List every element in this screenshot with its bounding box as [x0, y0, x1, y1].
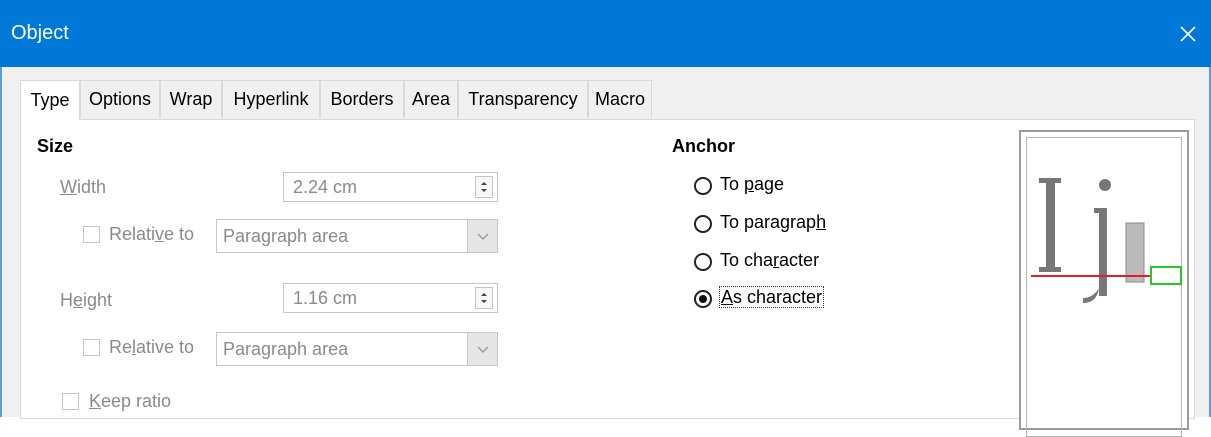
- height-value: 1.16 cm: [293, 288, 358, 308]
- height-relative-value: Paragraph area: [223, 339, 349, 359]
- width-relative-dropdown-button[interactable]: [467, 220, 497, 252]
- tab-transparency[interactable]: Transparency: [458, 80, 588, 118]
- height-relative-label: Relative to: [109, 337, 194, 358]
- tab-label: Area: [411, 89, 451, 109]
- chevron-down-icon: [477, 346, 488, 353]
- tab-hyperlink[interactable]: Hyperlink: [222, 80, 320, 118]
- anchor-label-pre: To cha: [720, 250, 774, 270]
- anchor-label-post: age: [754, 174, 785, 194]
- anchor-label-mnemonic: p: [744, 174, 755, 194]
- tab-label: Macro: [594, 89, 645, 109]
- width-label: Width: [60, 177, 106, 198]
- tab-area[interactable]: Area: [404, 80, 458, 118]
- preview-letter-i: [1039, 178, 1061, 272]
- anchor-heading: Anchor: [672, 136, 735, 156]
- tab-type[interactable]: Type: [20, 80, 80, 120]
- keep-ratio-rest: eep ratio: [101, 391, 172, 411]
- tab-label: Hyperlink: [233, 89, 309, 109]
- chevron-down-icon: [477, 233, 488, 240]
- width-relative-pre: Relati: [109, 224, 156, 244]
- width-relative-post: e to: [164, 224, 195, 244]
- focus-rect: As character: [719, 286, 825, 308]
- tab-wrap[interactable]: Wrap: [160, 80, 222, 118]
- height-label-post: ight: [83, 290, 113, 310]
- anchor-to-paragraph-label: To paragraph: [720, 212, 826, 233]
- height-spinbox[interactable]: 1.16 cm: [283, 283, 498, 313]
- preview-anchor-box: [1150, 266, 1182, 285]
- anchor-label-pre: To: [720, 174, 745, 194]
- tab-label: Transparency: [468, 89, 578, 109]
- height-label-mnemonic: e: [73, 290, 84, 310]
- keep-ratio-label: Keep ratio: [89, 391, 171, 412]
- width-relative-combo[interactable]: Paragraph area: [216, 219, 498, 253]
- tab-label: Options: [88, 89, 152, 109]
- anchor-to-paragraph-radio[interactable]: [694, 215, 712, 233]
- window-border-left: [0, 67, 2, 417]
- height-spin-arrows[interactable]: [475, 287, 493, 309]
- tab-label: Type: [30, 90, 70, 110]
- anchor-to-character-radio[interactable]: [694, 253, 712, 271]
- height-relative-combo[interactable]: Paragraph area: [216, 332, 498, 366]
- tab-label: Wrap: [169, 89, 213, 109]
- preview-object-rect: [1125, 222, 1145, 283]
- tab-options[interactable]: Options: [80, 80, 160, 118]
- height-label: Height: [60, 290, 112, 311]
- width-spin-arrows[interactable]: [475, 176, 493, 198]
- window-title: Object: [11, 22, 69, 44]
- tab-label: Borders: [330, 89, 394, 109]
- keep-ratio-mnemonic: K: [89, 391, 102, 411]
- width-relative-label: Relative to: [109, 224, 194, 245]
- size-heading: Size: [37, 136, 74, 156]
- width-relative-checkbox[interactable]: [83, 226, 100, 243]
- keep-ratio-checkbox[interactable]: [62, 393, 79, 410]
- preview-page: [1026, 137, 1182, 437]
- preview-graphic: [1031, 178, 1182, 303]
- anchor-to-character-label: To character: [720, 250, 819, 271]
- spin-arrows-icon: [481, 182, 487, 192]
- height-relative-pre: Re: [109, 337, 133, 357]
- anchor-label-mnemonic: A: [721, 287, 734, 307]
- width-spinbox[interactable]: 2.24 cm: [283, 172, 498, 202]
- title-bar: Object: [0, 0, 1211, 67]
- anchor-as-character-radio[interactable]: [694, 290, 712, 308]
- height-relative-post: ative to: [136, 337, 195, 357]
- anchor-label-post: s character: [733, 287, 823, 307]
- spin-arrows-icon: [481, 293, 487, 303]
- preview-letter-j: [1083, 179, 1111, 303]
- anchor-to-page-radio[interactable]: [694, 177, 712, 195]
- anchor-preview: [1019, 130, 1189, 437]
- anchor-to-page-label: To page: [720, 174, 784, 195]
- height-relative-checkbox[interactable]: [83, 339, 100, 356]
- width-label-rest: idth: [77, 177, 107, 197]
- height-relative-dropdown-button[interactable]: [467, 333, 497, 365]
- width-label-mnemonic: W: [60, 177, 77, 197]
- anchor-label-pre: To paragrap: [720, 212, 817, 232]
- width-relative-value: Paragraph area: [223, 226, 349, 246]
- height-label-pre: H: [60, 290, 73, 310]
- anchor-as-character-label: As character: [719, 286, 825, 308]
- width-value: 2.24 cm: [293, 177, 358, 197]
- anchor-label-mnemonic: h: [816, 212, 827, 232]
- tab-macro[interactable]: Macro: [588, 80, 652, 118]
- anchor-label-post: acter: [779, 250, 820, 270]
- width-relative-mnemonic: v: [155, 224, 165, 244]
- close-button[interactable]: [1165, 0, 1211, 67]
- tab-borders[interactable]: Borders: [320, 80, 404, 118]
- close-icon: [1180, 25, 1196, 42]
